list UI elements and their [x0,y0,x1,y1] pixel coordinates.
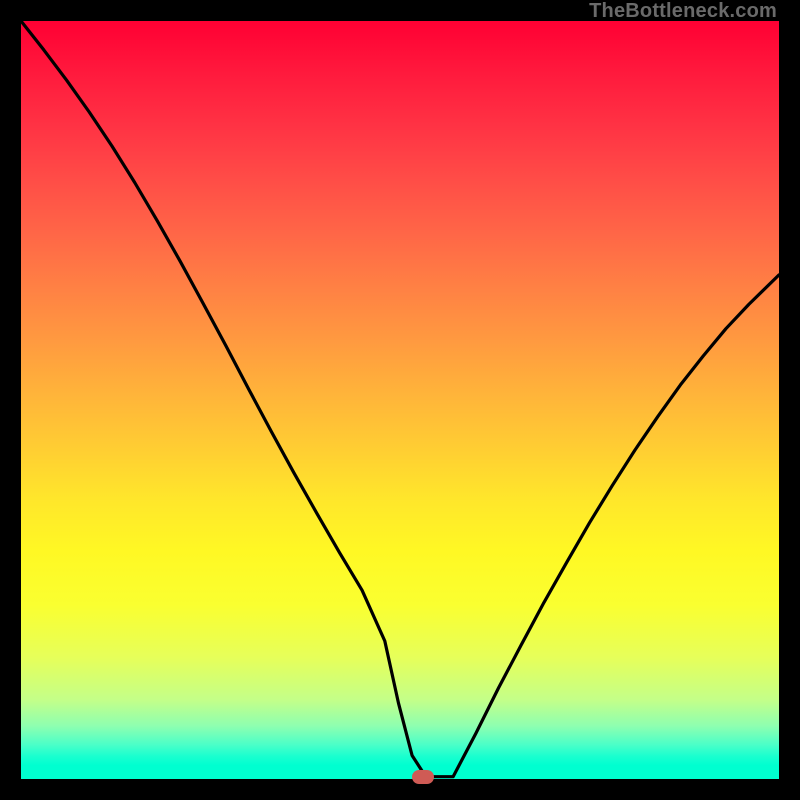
curve-path [21,21,779,777]
bottleneck-curve [21,21,779,779]
optimal-point-marker [412,770,434,784]
watermark-text: TheBottleneck.com [589,0,777,23]
